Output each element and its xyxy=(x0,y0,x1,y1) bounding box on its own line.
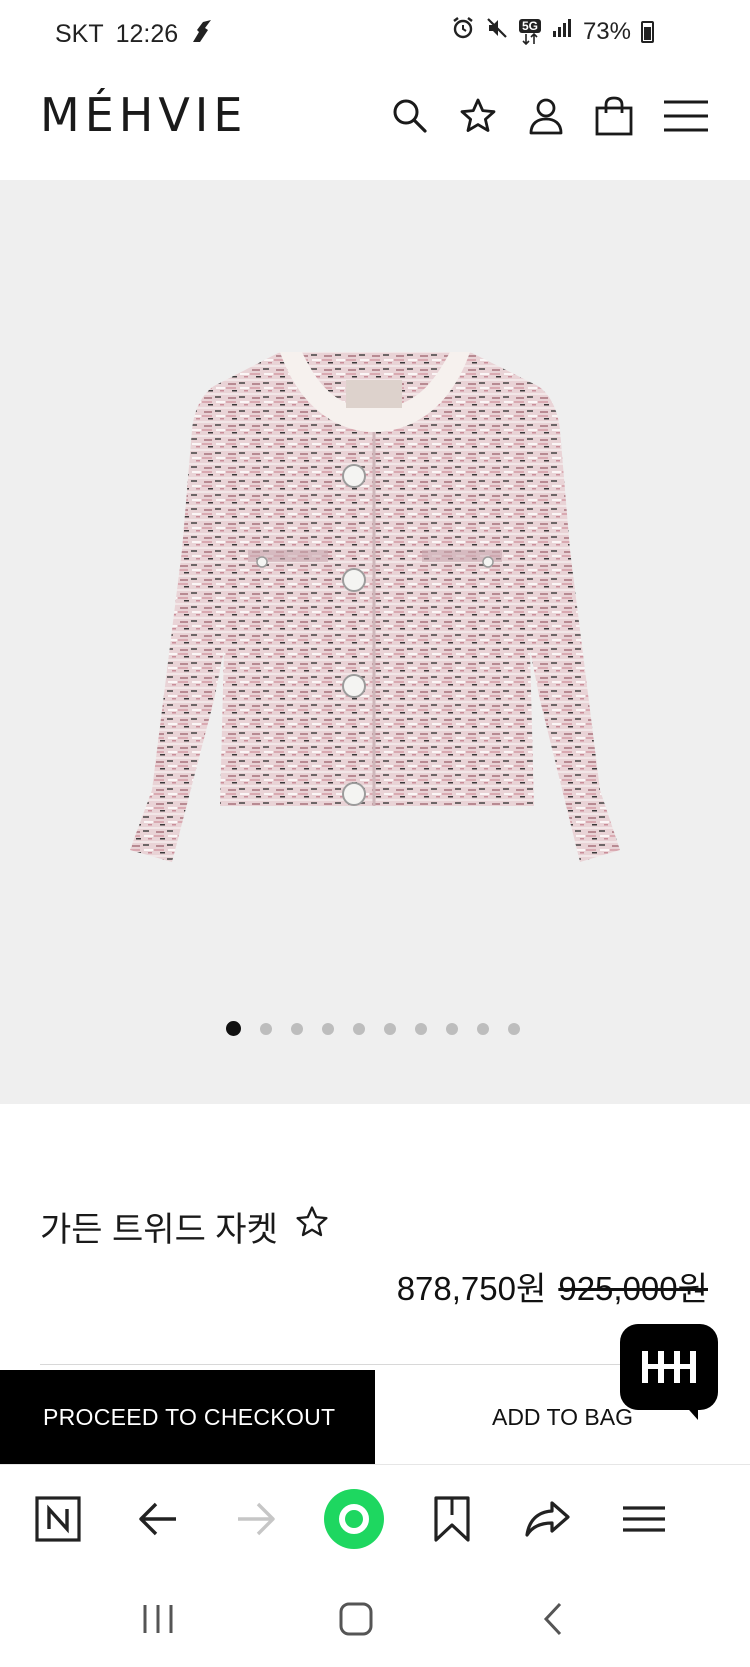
product-gallery[interactable] xyxy=(0,180,750,1104)
alarm-icon xyxy=(451,16,475,47)
notification-icon xyxy=(190,18,214,51)
clock: 12:26 xyxy=(115,20,179,48)
pagination-dot[interactable] xyxy=(415,1023,427,1035)
product-image xyxy=(130,352,620,862)
home-icon[interactable] xyxy=(336,1594,376,1644)
gallery-pagination xyxy=(226,1021,520,1036)
signal-icon xyxy=(551,17,573,46)
naver-home-icon[interactable] xyxy=(28,1489,88,1549)
bookmark-icon[interactable] xyxy=(422,1489,482,1549)
site-header: MÉHVIE xyxy=(0,66,750,180)
product-title-row: 가든 트위드 자켓 xyxy=(40,1202,330,1251)
green-dot-button[interactable] xyxy=(322,1487,386,1551)
pagination-dot[interactable] xyxy=(260,1023,272,1035)
search-icon[interactable] xyxy=(390,94,430,138)
back-arrow-icon[interactable] xyxy=(128,1489,188,1549)
status-bar: SKT 12:26 5G 73% xyxy=(0,0,750,66)
wishlist-star-icon[interactable] xyxy=(458,94,498,138)
battery-icon xyxy=(641,20,654,43)
user-icon[interactable] xyxy=(526,94,566,138)
pagination-dot[interactable] xyxy=(446,1023,458,1035)
back-icon[interactable] xyxy=(538,1594,568,1644)
shopping-bag-icon[interactable] xyxy=(594,94,634,138)
browser-menu-icon[interactable] xyxy=(614,1489,674,1549)
forward-arrow-icon[interactable] xyxy=(226,1489,286,1549)
pagination-dot[interactable] xyxy=(291,1023,303,1035)
mute-icon xyxy=(485,16,509,47)
share-icon[interactable] xyxy=(518,1489,578,1549)
brand-logo[interactable]: MÉHVIE xyxy=(40,88,247,142)
battery-percent: 73% xyxy=(582,17,631,45)
carrier-label: SKT xyxy=(55,20,104,48)
sale-price: 878,750원 xyxy=(396,1270,547,1307)
favorite-star-icon[interactable] xyxy=(294,1204,330,1249)
pagination-dot[interactable] xyxy=(322,1023,334,1035)
divider xyxy=(40,1364,710,1365)
chat-icon xyxy=(638,1349,700,1385)
pagination-dot[interactable] xyxy=(226,1021,241,1036)
proceed-to-checkout-button[interactable]: PROCEED TO CHECKOUT xyxy=(0,1370,375,1464)
original-price: 925,000원 xyxy=(558,1270,708,1307)
recents-icon[interactable] xyxy=(138,1594,178,1644)
5g-icon: 5G xyxy=(518,18,541,45)
chat-bubble-tail xyxy=(682,1402,698,1420)
menu-icon[interactable] xyxy=(662,94,710,138)
header-icons xyxy=(390,94,710,138)
product-title: 가든 트위드 자켓 xyxy=(40,1211,278,1249)
browser-toolbar xyxy=(0,1464,750,1570)
pagination-dot[interactable] xyxy=(384,1023,396,1035)
chat-button[interactable] xyxy=(620,1324,718,1410)
price-row: 878,750원 925,000원 xyxy=(397,1262,708,1310)
pagination-dot[interactable] xyxy=(508,1023,520,1035)
status-left: SKT 12:26 xyxy=(55,18,214,51)
pagination-dot[interactable] xyxy=(353,1023,365,1035)
android-nav-bar xyxy=(0,1570,750,1667)
status-right: 5G 73% xyxy=(451,16,654,47)
pagination-dot[interactable] xyxy=(477,1023,489,1035)
